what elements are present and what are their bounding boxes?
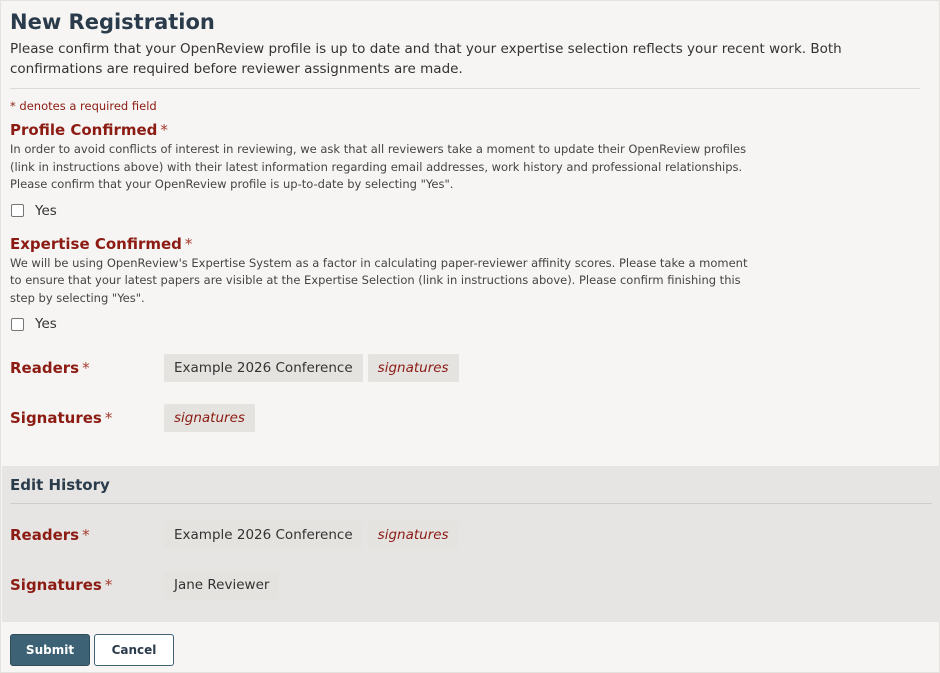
- edit-history-readers-label-text: Readers: [10, 526, 80, 544]
- page-description: Please confirm that your OpenReview prof…: [10, 39, 920, 89]
- expertise-confirmed-field: Expertise Confirmed * We will be using Op…: [10, 233, 930, 336]
- profile-confirmed-description: In order to avoid conflicts of interest …: [10, 142, 747, 191]
- expertise-confirmed-title: Expertise Confirmed *: [10, 233, 930, 255]
- submit-button[interactable]: Submit: [10, 634, 90, 666]
- readers-chip-conference: Example 2026 Conference: [164, 354, 363, 382]
- readers-label-text: Readers: [10, 359, 80, 377]
- signatures-label: Signatures *: [10, 409, 164, 427]
- profile-confirmed-title: Profile Confirmed *: [10, 119, 930, 141]
- form-actions: Submit Cancel: [10, 634, 174, 666]
- edit-history-signatures-row: Signatures * Jane Reviewer: [10, 570, 932, 600]
- edit-history-readers-label: Readers *: [10, 526, 164, 544]
- readers-label: Readers *: [10, 359, 164, 377]
- edit-history-signatures-label: Signatures *: [10, 576, 164, 594]
- required-star: *: [184, 234, 193, 253]
- edit-history-section: Edit History Readers * Example 2026 Confe…: [2, 466, 940, 622]
- expertise-confirmed-label: Expertise Confirmed: [10, 234, 182, 253]
- profile-confirmed-label: Profile Confirmed: [10, 121, 158, 139]
- required-star: *: [82, 526, 90, 544]
- form-main: New Registration Please confirm that you…: [1, 1, 939, 433]
- profile-confirmed-option[interactable]: Yes: [10, 200, 930, 222]
- edit-history-readers-row: Readers * Example 2026 Conference signatu…: [10, 520, 932, 550]
- required-star: *: [104, 409, 113, 427]
- page-title: New Registration: [10, 10, 215, 34]
- edit-history-title: Edit History: [10, 466, 932, 504]
- expertise-confirmed-checkbox[interactable]: [11, 317, 24, 331]
- profile-confirmed-field: Profile Confirmed * In order to avoid con…: [10, 119, 930, 222]
- profile-confirmed-option-label[interactable]: Yes: [35, 203, 57, 219]
- edit-history-readers-chip-conference: Example 2026 Conference: [164, 521, 363, 549]
- registration-form: New Registration Please confirm that you…: [0, 0, 940, 673]
- edit-history-signatures-chip: Jane Reviewer: [164, 571, 280, 599]
- required-star: *: [104, 576, 113, 594]
- edit-history-readers-chip-signatures: signatures: [367, 521, 459, 549]
- signatures-label-text: Signatures: [10, 409, 102, 427]
- required-star: *: [160, 121, 168, 139]
- readers-row: Readers * Example 2026 Conference signatu…: [10, 353, 930, 383]
- expertise-confirmed-option[interactable]: Yes: [10, 313, 930, 335]
- required-star: *: [82, 359, 90, 377]
- profile-confirmed-checkbox[interactable]: [11, 204, 24, 217]
- edit-history-signatures-label-text: Signatures: [10, 576, 102, 594]
- required-field-note: * denotes a required field: [10, 99, 157, 113]
- signatures-chip: signatures: [164, 404, 255, 432]
- cancel-button[interactable]: Cancel: [94, 634, 174, 666]
- expertise-confirmed-description: We will be using OpenReview's Expertise …: [10, 255, 748, 305]
- readers-chip-signatures: signatures: [367, 354, 459, 382]
- expertise-confirmed-option-label[interactable]: Yes: [35, 316, 57, 332]
- signatures-row: Signatures * signatures: [10, 403, 930, 433]
